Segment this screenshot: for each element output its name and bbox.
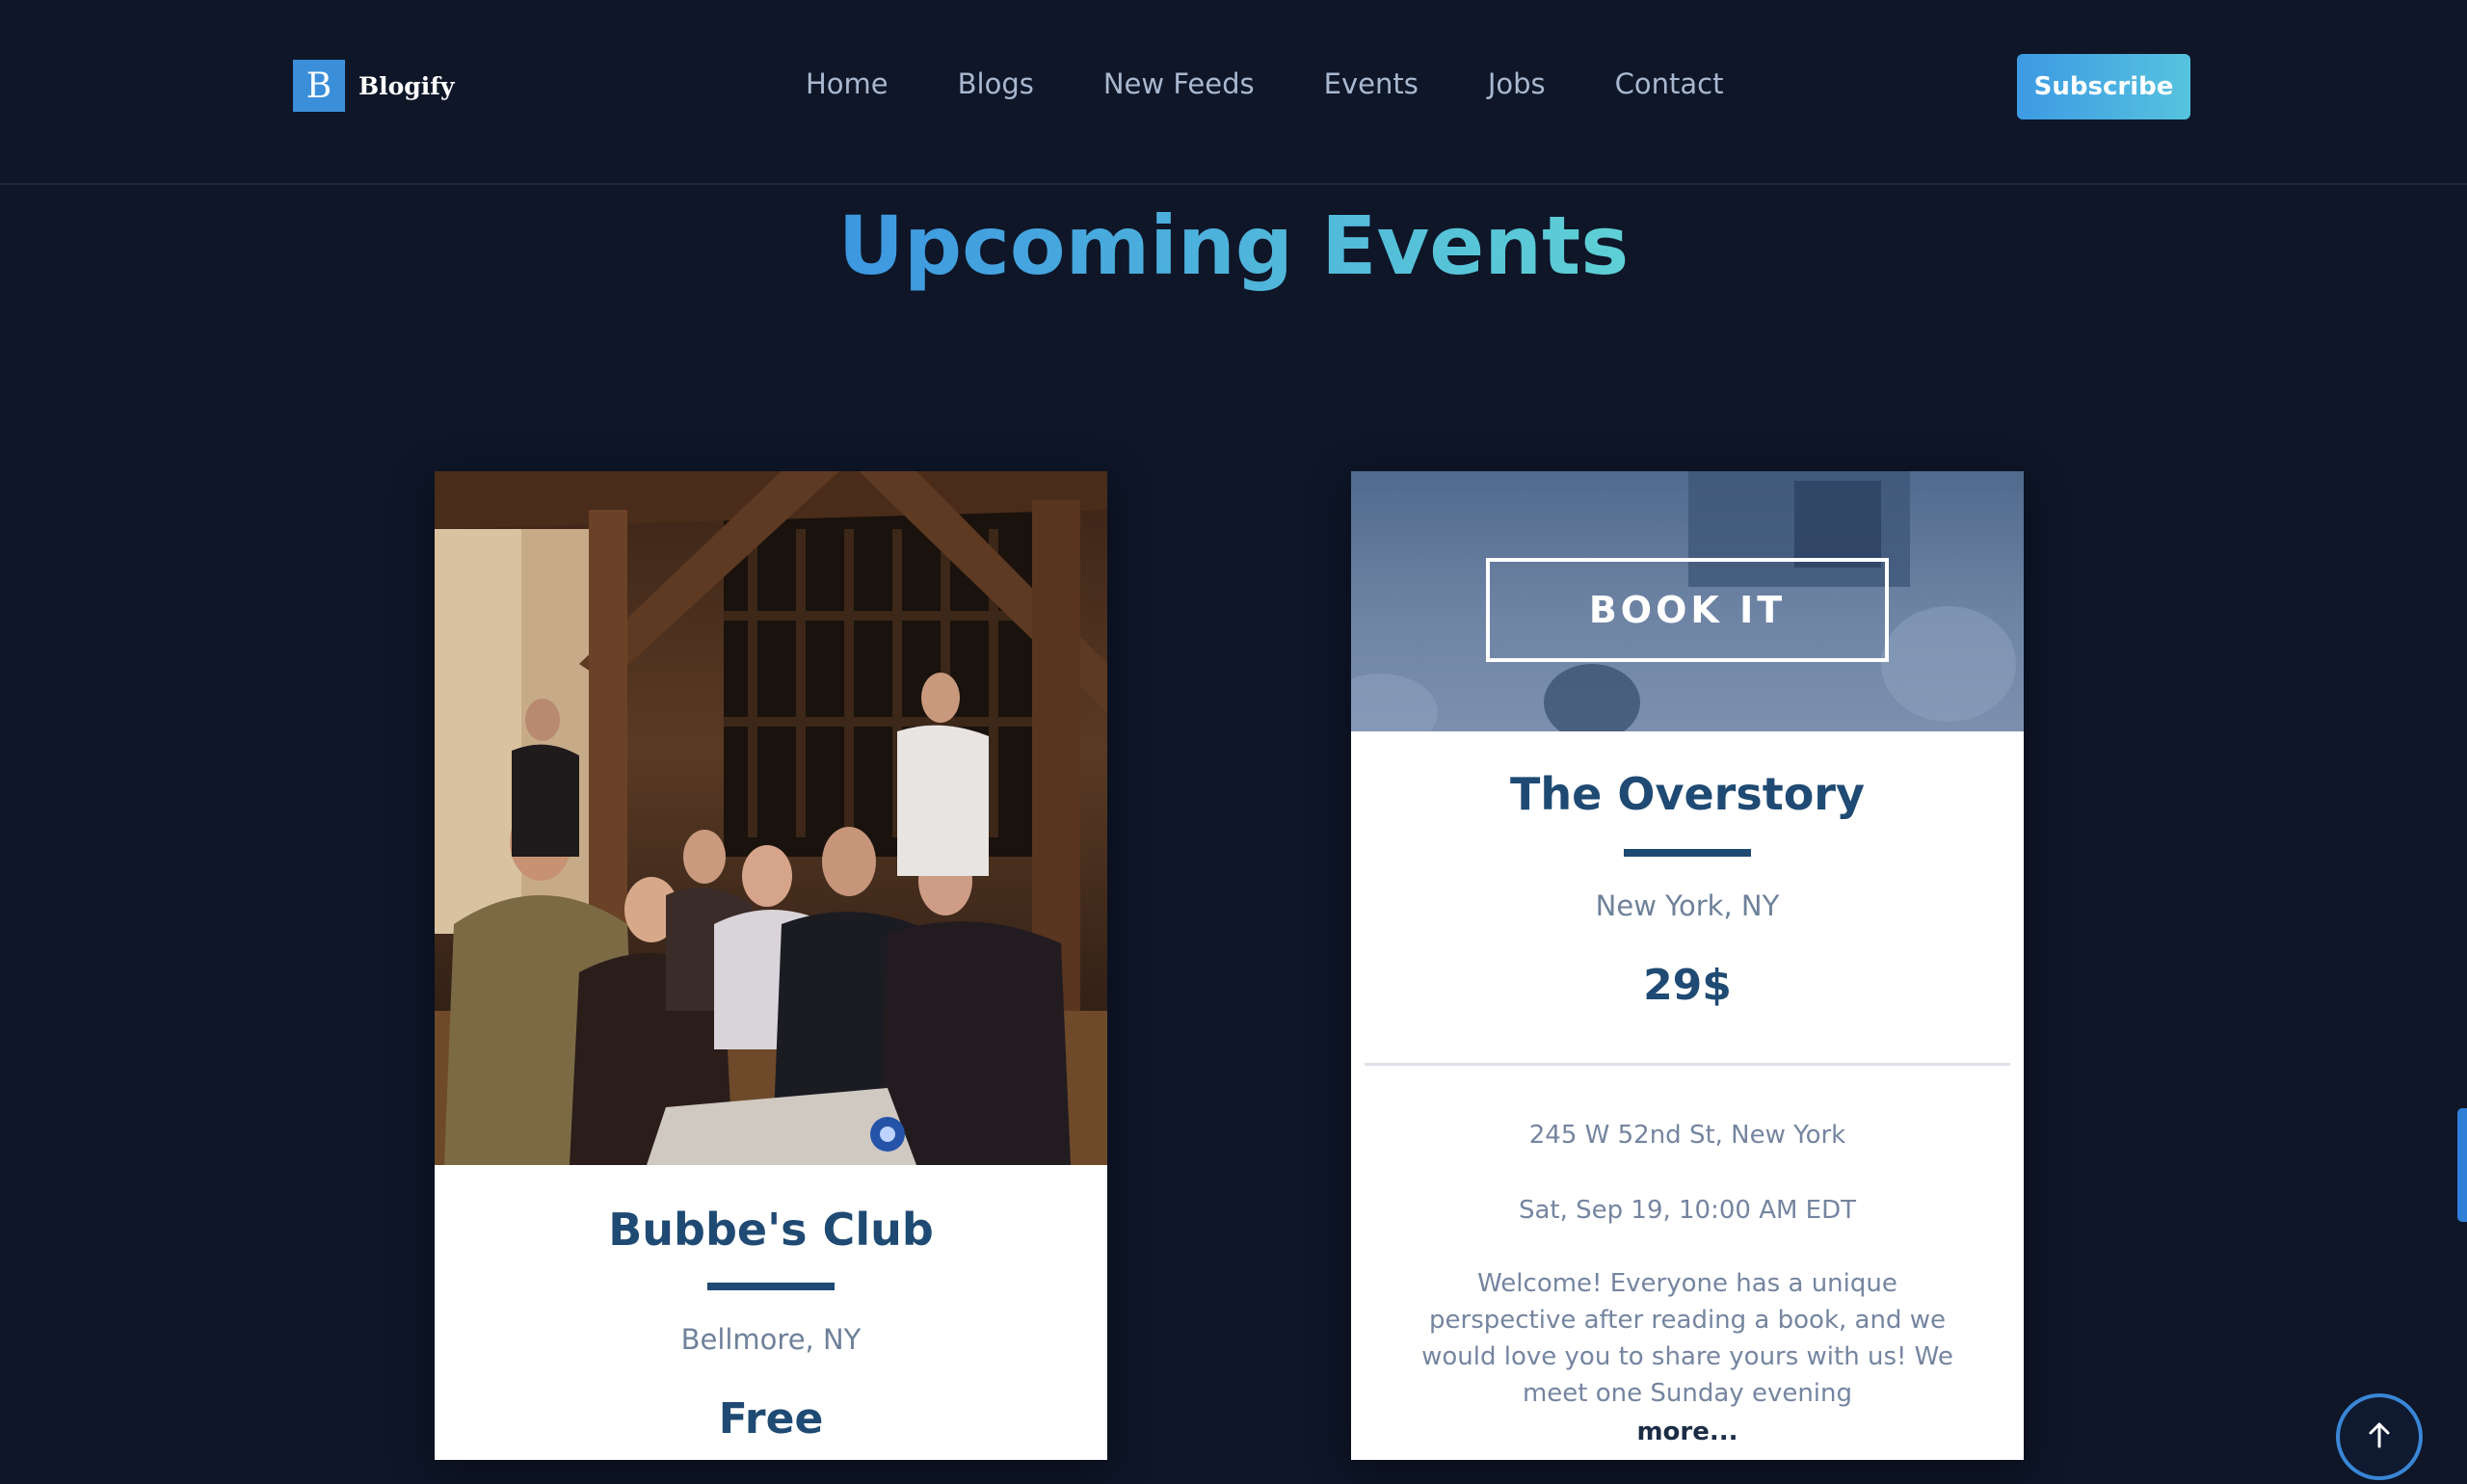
main-nav: Home Blogs New Feeds Events Jobs Contact bbox=[806, 67, 1792, 100]
scroll-to-top-button[interactable] bbox=[2336, 1393, 2423, 1480]
logo-text: Blogify bbox=[358, 71, 455, 100]
title-underline bbox=[707, 1283, 835, 1290]
subscribe-button[interactable]: Subscribe bbox=[2017, 54, 2190, 119]
event-title[interactable]: The Overstory bbox=[1351, 768, 2024, 820]
logo[interactable]: B Blogify bbox=[293, 60, 455, 112]
event-title[interactable]: Bubbe's Club bbox=[435, 1204, 1107, 1256]
site-header: B Blogify Home Blogs New Feeds Events Jo… bbox=[0, 0, 2467, 185]
title-underline bbox=[1624, 849, 1751, 857]
arrow-up-icon bbox=[2367, 1420, 2392, 1453]
logo-mark: B bbox=[293, 60, 345, 112]
nav-blogs[interactable]: Blogs bbox=[958, 67, 1034, 100]
nav-contact[interactable]: Contact bbox=[1615, 67, 1724, 100]
event-date: Sat, Sep 19, 10:00 AM EDT bbox=[1518, 1196, 1857, 1225]
event-card[interactable]: Bubbe's Club Bellmore, NY Free bbox=[435, 471, 1107, 1460]
more-link[interactable]: more... bbox=[1351, 1418, 2024, 1446]
event-address: 245 W 52nd St, New York bbox=[1528, 1121, 1846, 1150]
event-description: Welcome! Everyone has a unique perspecti… bbox=[1421, 1269, 1953, 1408]
nav-new-feeds[interactable]: New Feeds bbox=[1103, 67, 1255, 100]
event-banner: BOOK IT bbox=[1351, 471, 2024, 731]
scrollbar-thumb[interactable] bbox=[2457, 1108, 2467, 1222]
event-price: Free bbox=[718, 1394, 824, 1444]
event-location: New York, NY bbox=[1595, 889, 1780, 922]
book-it-button[interactable]: BOOK IT bbox=[1486, 558, 1889, 662]
section-title: Upcoming Events bbox=[837, 199, 1630, 293]
event-photo bbox=[435, 471, 1107, 1165]
nav-jobs[interactable]: Jobs bbox=[1488, 67, 1546, 100]
card-divider bbox=[1365, 1063, 2010, 1066]
nav-home[interactable]: Home bbox=[806, 67, 889, 100]
event-card[interactable]: BOOK IT The Overstory New York, NY 29$ 2… bbox=[1351, 471, 2024, 1460]
event-price: 29$ bbox=[1643, 961, 1732, 1010]
nav-events[interactable]: Events bbox=[1324, 67, 1419, 100]
event-location: Bellmore, NY bbox=[680, 1323, 862, 1356]
